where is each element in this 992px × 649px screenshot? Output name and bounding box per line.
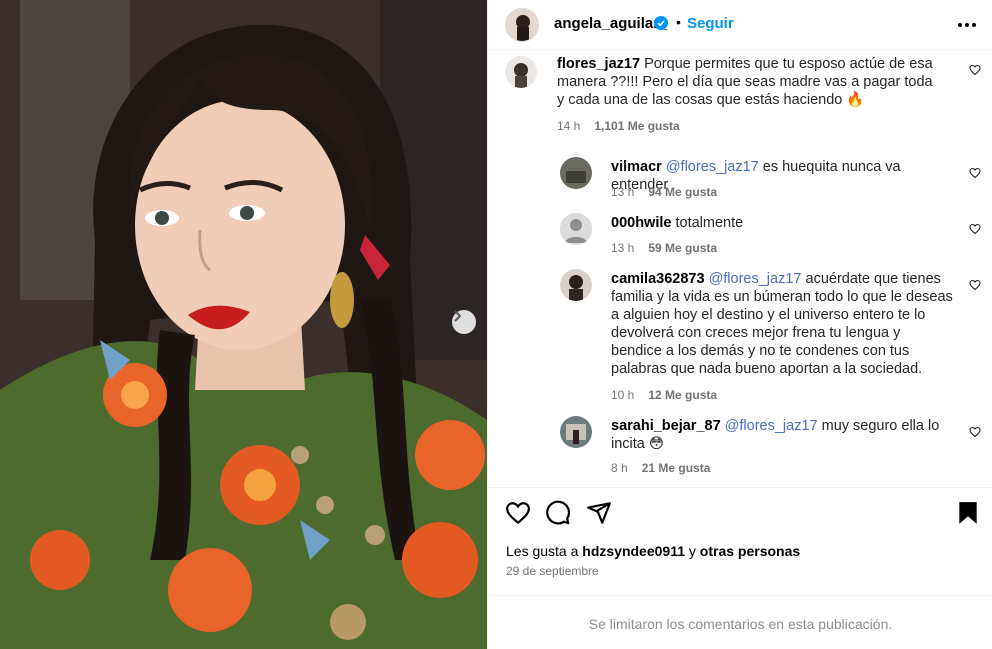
comment-text: 000hwile totalmente <box>611 214 956 232</box>
comment-time[interactable]: 14 h <box>557 119 580 133</box>
comment-reply: sarahi_bejar_87 @flores_jaz17 muy seguro… <box>488 411 992 486</box>
post-side-panel: angela_aguilar_ • Seguir flores_jaz17 Po… <box>487 0 992 649</box>
comment-meta: 13 h 59 Me gusta <box>611 241 717 255</box>
comment-reply: 000hwile totalmente 13 h 59 Me gusta <box>488 208 992 260</box>
heart-icon[interactable] <box>969 64 981 76</box>
verified-icon <box>654 16 668 30</box>
post-header: angela_aguilar_ • Seguir <box>488 0 992 50</box>
commenter-avatar[interactable] <box>560 416 592 448</box>
heart-icon[interactable] <box>505 500 531 526</box>
follow-button[interactable]: Seguir <box>687 15 734 32</box>
portrait-illustration <box>0 0 487 649</box>
likes-user[interactable]: hdzsyndee0911 <box>582 543 685 559</box>
comment-mention[interactable]: @flores_jaz17 <box>725 418 818 434</box>
comment-username[interactable]: vilmacr <box>611 159 662 175</box>
separator-dot: • <box>676 14 681 30</box>
comment-time[interactable]: 13 h <box>611 185 634 199</box>
comment-time[interactable]: 13 h <box>611 241 634 255</box>
comment-mention[interactable]: @flores_jaz17 <box>666 159 759 175</box>
heart-icon[interactable] <box>969 223 981 235</box>
heart-icon[interactable] <box>969 279 981 291</box>
likes-prefix: Les gusta a <box>506 543 579 559</box>
likes-others[interactable]: otras personas <box>700 543 800 559</box>
comment-reply: vilmacr @flores_jaz17 es huequita nunca … <box>488 152 992 204</box>
heart-icon[interactable] <box>969 426 981 438</box>
comment-likes[interactable]: 1,101 Me gusta <box>594 119 679 133</box>
chevron-right-icon <box>454 310 462 322</box>
comment-content: totalmente <box>675 215 744 231</box>
comment-meta: 8 h 21 Me gusta <box>611 461 710 475</box>
post-photo[interactable] <box>0 0 487 649</box>
next-image-button[interactable] <box>452 310 476 334</box>
comment-likes[interactable]: 12 Me gusta <box>648 388 717 402</box>
post-actions: Les gusta a hdzsyndee0911 y otras person… <box>488 487 992 595</box>
comment-username[interactable]: sarahi_bejar_87 <box>611 418 721 434</box>
comments-list[interactable]: flores_jaz17 Porque permites que tu espo… <box>488 50 992 487</box>
commenter-avatar[interactable] <box>560 157 592 189</box>
comment-item: flores_jaz17 Porque permites que tu espo… <box>488 50 992 150</box>
more-icon[interactable] <box>956 14 978 36</box>
comment-meta: 10 h 12 Me gusta <box>611 388 717 402</box>
comment-time[interactable]: 8 h <box>611 461 628 475</box>
default-avatar-icon[interactable] <box>560 213 592 245</box>
commenter-avatar[interactable] <box>505 56 537 88</box>
commenter-avatar[interactable] <box>560 269 592 301</box>
comment-reply: camila362873 @flores_jaz17 acuérdate que… <box>488 264 992 404</box>
comment-likes[interactable]: 21 Me gusta <box>642 461 711 475</box>
comment-time[interactable]: 10 h <box>611 388 634 402</box>
fire-emoji: 🔥 <box>846 92 865 108</box>
comments-limited-footer: Se limitaron los comentarios en esta pub… <box>488 595 992 649</box>
comment-meta: 14 h 1,101 Me gusta <box>557 119 680 133</box>
comment-likes[interactable]: 94 Me gusta <box>648 185 717 199</box>
comment-text: flores_jaz17 Porque permites que tu espo… <box>557 55 937 109</box>
likes-summary[interactable]: Les gusta a hdzsyndee0911 y otras person… <box>506 543 800 559</box>
share-icon[interactable] <box>586 500 612 526</box>
flushed-emoji: 😳 <box>648 436 665 452</box>
comments-limited-text: Se limitaron los comentarios en esta pub… <box>588 616 893 632</box>
author-avatar[interactable] <box>505 8 539 42</box>
bookmark-icon[interactable] <box>955 500 981 526</box>
likes-connector: y <box>688 543 696 559</box>
comment-username[interactable]: camila362873 <box>611 271 705 287</box>
comment-likes[interactable]: 59 Me gusta <box>648 241 717 255</box>
comment-text: sarahi_bejar_87 @flores_jaz17 muy seguro… <box>611 417 956 453</box>
heart-icon[interactable] <box>969 167 981 179</box>
comment-meta: 13 h 94 Me gusta <box>611 185 717 199</box>
comment-username[interactable]: 000hwile <box>611 215 671 231</box>
comment-mention[interactable]: @flores_jaz17 <box>709 271 802 287</box>
comment-icon[interactable] <box>545 500 571 526</box>
post-date[interactable]: 29 de septiembre <box>506 564 599 578</box>
comment-username[interactable]: flores_jaz17 <box>557 56 640 72</box>
comment-text: camila362873 @flores_jaz17 acuérdate que… <box>611 270 953 378</box>
author-username[interactable]: angela_aguilar_ <box>554 15 667 32</box>
